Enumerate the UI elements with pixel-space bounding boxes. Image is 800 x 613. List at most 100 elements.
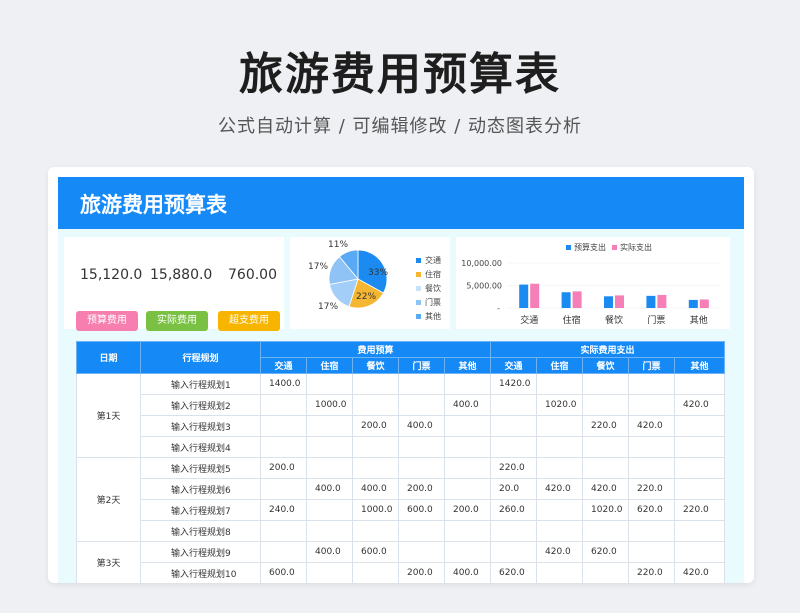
actual-cell[interactable]: 260.0 — [490, 499, 538, 521]
budget-cell[interactable] — [352, 373, 399, 395]
budget-cell[interactable] — [443, 520, 492, 542]
budget-cell[interactable] — [260, 478, 307, 500]
actual-cell[interactable]: 220.0 — [628, 562, 676, 583]
actual-cell[interactable] — [628, 436, 676, 458]
actual-cell[interactable]: 220.0 — [582, 415, 630, 437]
actual-cell[interactable]: 220.0 — [628, 478, 676, 500]
budget-cell[interactable]: 1000.0 — [306, 394, 353, 416]
actual-cell[interactable] — [628, 520, 676, 542]
plan-cell[interactable]: 输入行程规划6 — [140, 478, 261, 500]
actual-cell[interactable] — [674, 373, 726, 395]
budget-cell[interactable] — [443, 415, 492, 437]
actual-cell[interactable] — [536, 415, 584, 437]
budget-cell[interactable] — [443, 541, 492, 563]
actual-cell[interactable]: 420.0 — [536, 478, 584, 500]
budget-cell[interactable] — [352, 394, 399, 416]
budget-cell[interactable]: 200.0 — [398, 478, 445, 500]
plan-cell[interactable]: 输入行程规划3 — [140, 415, 261, 437]
actual-cell[interactable] — [674, 520, 726, 542]
actual-cell[interactable]: 420.0 — [536, 541, 584, 563]
budget-cell[interactable] — [306, 373, 353, 395]
budget-cell[interactable] — [306, 520, 353, 542]
budget-cell[interactable]: 400.0 — [306, 541, 353, 563]
actual-cell[interactable] — [674, 478, 726, 500]
budget-cell[interactable]: 200.0 — [352, 415, 399, 437]
actual-cell[interactable]: 620.0 — [628, 499, 676, 521]
budget-cell[interactable]: 600.0 — [398, 499, 445, 521]
plan-cell[interactable]: 输入行程规划2 — [140, 394, 261, 416]
budget-cell[interactable]: 600.0 — [260, 562, 307, 583]
actual-cell[interactable]: 220.0 — [490, 457, 538, 479]
actual-cell[interactable] — [582, 394, 630, 416]
plan-cell[interactable]: 输入行程规划10 — [140, 562, 261, 583]
actual-cell[interactable]: 220.0 — [674, 499, 726, 521]
plan-cell[interactable]: 输入行程规划8 — [140, 520, 261, 542]
budget-cell[interactable]: 240.0 — [260, 499, 307, 521]
actual-cell[interactable] — [674, 415, 726, 437]
budget-cell[interactable] — [398, 373, 445, 395]
actual-cell[interactable] — [628, 394, 676, 416]
budget-cell[interactable] — [443, 478, 492, 500]
actual-cell[interactable] — [582, 562, 630, 583]
actual-cell[interactable] — [490, 520, 538, 542]
actual-cell[interactable]: 1020.0 — [582, 499, 630, 521]
budget-cell[interactable]: 400.0 — [352, 478, 399, 500]
actual-cell[interactable] — [536, 457, 584, 479]
actual-cell[interactable] — [582, 457, 630, 479]
actual-cell[interactable]: 420.0 — [582, 478, 630, 500]
actual-cell[interactable] — [582, 520, 630, 542]
actual-cell[interactable] — [490, 394, 538, 416]
budget-cell[interactable] — [443, 436, 492, 458]
budget-cell[interactable] — [398, 541, 445, 563]
plan-cell[interactable]: 输入行程规划4 — [140, 436, 261, 458]
budget-cell[interactable]: 1400.0 — [260, 373, 307, 395]
budget-cell[interactable] — [398, 457, 445, 479]
actual-cell[interactable] — [582, 436, 630, 458]
budget-cell[interactable]: 200.0 — [443, 499, 492, 521]
actual-cell[interactable]: 620.0 — [490, 562, 538, 583]
budget-cell[interactable] — [398, 394, 445, 416]
actual-cell[interactable] — [674, 541, 726, 563]
budget-cell[interactable]: 200.0 — [398, 562, 445, 583]
actual-cell[interactable]: 1420.0 — [490, 373, 538, 395]
actual-cell[interactable]: 420.0 — [674, 562, 726, 583]
actual-cell[interactable]: 1020.0 — [536, 394, 584, 416]
actual-cell[interactable] — [582, 373, 630, 395]
budget-cell[interactable] — [260, 415, 307, 437]
budget-cell[interactable]: 600.0 — [352, 541, 399, 563]
actual-cell[interactable]: 620.0 — [582, 541, 630, 563]
budget-cell[interactable] — [398, 436, 445, 458]
date-cell[interactable]: 第3天 — [76, 541, 141, 583]
budget-cell[interactable] — [352, 562, 399, 583]
budget-cell[interactable]: 1000.0 — [352, 499, 399, 521]
budget-cell[interactable] — [306, 457, 353, 479]
budget-cell[interactable] — [306, 499, 353, 521]
budget-cell[interactable] — [352, 457, 399, 479]
date-cell[interactable]: 第1天 — [76, 373, 141, 458]
actual-cell[interactable] — [674, 436, 726, 458]
budget-cell[interactable]: 200.0 — [260, 457, 307, 479]
budget-cell[interactable]: 400.0 — [443, 562, 492, 583]
budget-cell[interactable] — [352, 520, 399, 542]
actual-cell[interactable]: 20.0 — [490, 478, 538, 500]
actual-cell[interactable] — [490, 436, 538, 458]
budget-cell[interactable] — [352, 436, 399, 458]
budget-cell[interactable] — [260, 541, 307, 563]
actual-cell[interactable] — [536, 562, 584, 583]
actual-cell[interactable] — [536, 520, 584, 542]
actual-cell[interactable] — [490, 541, 538, 563]
budget-cell[interactable] — [260, 394, 307, 416]
budget-cell[interactable] — [398, 520, 445, 542]
plan-cell[interactable]: 输入行程规划5 — [140, 457, 261, 479]
actual-cell[interactable] — [628, 541, 676, 563]
budget-cell[interactable] — [443, 457, 492, 479]
budget-cell[interactable] — [306, 562, 353, 583]
plan-cell[interactable]: 输入行程规划1 — [140, 373, 261, 395]
budget-cell[interactable]: 400.0 — [443, 394, 492, 416]
plan-cell[interactable]: 输入行程规划9 — [140, 541, 261, 563]
actual-cell[interactable]: 420.0 — [674, 394, 726, 416]
date-cell[interactable]: 第2天 — [76, 457, 141, 542]
budget-cell[interactable]: 400.0 — [306, 478, 353, 500]
actual-cell[interactable] — [628, 457, 676, 479]
plan-cell[interactable]: 输入行程规划7 — [140, 499, 261, 521]
